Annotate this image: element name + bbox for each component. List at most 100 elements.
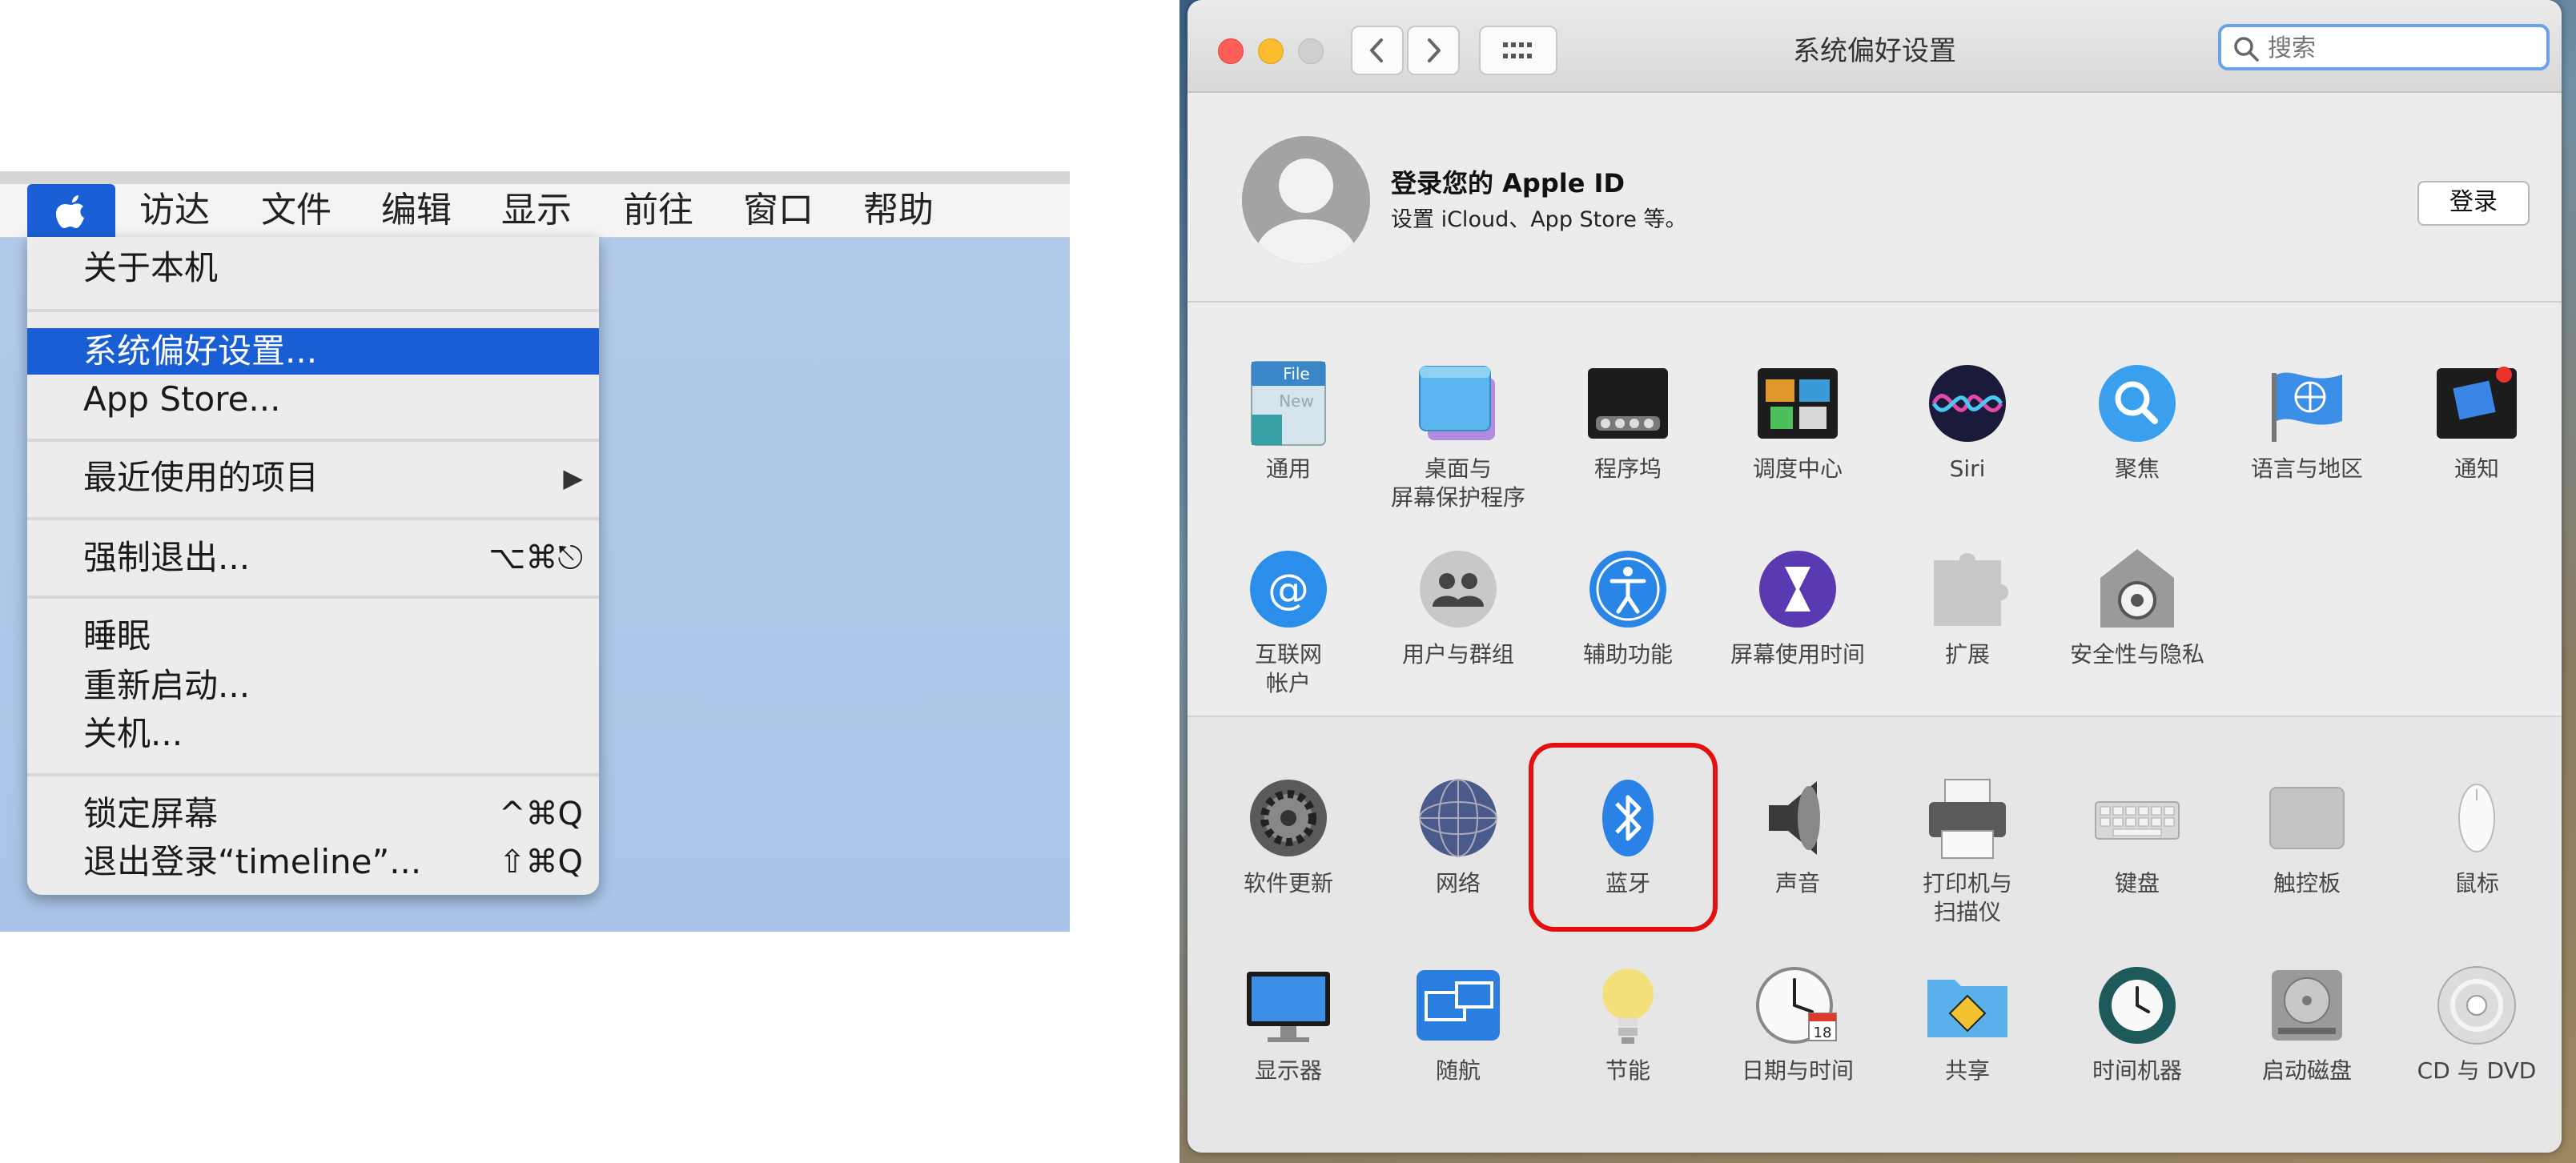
displays-icon xyxy=(1247,972,1330,1042)
menu-item-shut-down[interactable]: 关机... xyxy=(27,711,599,757)
menubar-item-finder[interactable]: 访达 xyxy=(130,184,219,237)
language-region-icon xyxy=(2272,372,2342,442)
pane-users-groups[interactable]: 用户与群组 xyxy=(1378,544,1538,669)
menu-item-shortcut: ⌥⌘⎋ xyxy=(488,539,583,576)
menu-item-restart[interactable]: 重新启动... xyxy=(27,663,599,709)
pane-label: 屏幕使用时间 xyxy=(1730,641,1865,668)
svg-text:New: New xyxy=(1279,391,1314,411)
apple-id-section: 登录您的 Apple ID 设置 iCloud、App Store 等。 登录 xyxy=(1188,93,2562,303)
menu-item-system-preferences[interactable]: 系统偏好设置... xyxy=(27,328,599,375)
pane-label: 辅助功能 xyxy=(1582,641,1673,668)
extensions-icon xyxy=(1934,553,2008,626)
pane-extensions[interactable]: 扩展 xyxy=(1887,544,2048,669)
pane-spotlight[interactable]: 聚焦 xyxy=(2057,359,2217,483)
menu-item-about-this-mac[interactable]: 关于本机 xyxy=(27,245,599,291)
bluetooth-icon xyxy=(1602,780,1654,856)
pane-startup-disk[interactable]: 启动磁盘 xyxy=(2227,960,2387,1085)
screen-time-icon xyxy=(1759,551,1836,628)
menu-separator xyxy=(27,773,599,776)
pane-label: 打印机与 扫描仪 xyxy=(1922,870,2012,925)
security-privacy-icon xyxy=(2100,549,2174,628)
pane-keyboard[interactable]: 键盘 xyxy=(2057,773,2217,898)
pane-security-privacy[interactable]: 安全性与隐私 xyxy=(2057,544,2217,669)
apple-logo-icon xyxy=(56,195,84,228)
printers-scanners-icon xyxy=(1929,779,2006,859)
pane-general[interactable]: File New 通用 xyxy=(1208,359,1368,483)
pane-label: 程序坞 xyxy=(1593,455,1662,482)
pane-label: 用户与群组 xyxy=(1401,641,1514,668)
pane-label: 互联网 帐户 xyxy=(1254,641,1322,696)
menubar-item-go[interactable]: 前往 xyxy=(613,184,703,237)
energy-saver-icon xyxy=(1602,968,1654,1044)
pane-trackpad[interactable]: 触控板 xyxy=(2227,773,2387,898)
pane-date-time[interactable]: 18 日期与时间 xyxy=(1718,960,1878,1085)
menu-item-sleep[interactable]: 睡眠 xyxy=(27,613,599,660)
pane-accessibility[interactable]: 辅助功能 xyxy=(1548,544,1708,669)
avatar[interactable] xyxy=(1242,136,1370,264)
pane-mouse[interactable]: 鼠标 xyxy=(2397,773,2557,898)
pane-label: 语言与地区 xyxy=(2250,455,2363,482)
cd-dvd-icon xyxy=(2437,966,2516,1045)
pane-notifications[interactable]: 通知 xyxy=(2397,359,2557,483)
pane-dock[interactable]: 程序坞 xyxy=(1548,359,1708,483)
pane-label: 蓝牙 xyxy=(1605,870,1650,896)
submenu-arrow-icon: ▶ xyxy=(563,463,583,493)
sidecar-icon xyxy=(1417,970,1500,1041)
pane-label: 时间机器 xyxy=(2092,1057,2182,1084)
pane-sharing[interactable]: 共享 xyxy=(1887,960,2048,1085)
pane-label: 网络 xyxy=(1435,870,1481,896)
pane-sound[interactable]: 声音 xyxy=(1718,773,1878,898)
pane-printers-scanners[interactable]: 打印机与 扫描仪 xyxy=(1887,773,2048,927)
pane-label: 通知 xyxy=(2453,455,2499,482)
spotlight-icon xyxy=(2099,365,2176,442)
menu-item-label: 关于本机 xyxy=(83,248,219,287)
menu-item-log-out[interactable]: 退出登录“timeline”... ⇧⌘Q xyxy=(27,839,599,885)
pane-label: 声音 xyxy=(1774,870,1820,896)
menu-separator xyxy=(27,439,599,442)
search-field[interactable] xyxy=(2218,24,2550,70)
pane-language-region[interactable]: 语言与地区 xyxy=(2227,359,2387,483)
pane-displays[interactable]: 显示器 xyxy=(1208,960,1368,1085)
trackpad-icon xyxy=(2269,787,2345,849)
apple-id-subtitle: 设置 iCloud、App Store 等。 xyxy=(1391,207,1687,232)
pane-siri[interactable]: Siri xyxy=(1887,359,2048,483)
sign-in-button[interactable]: 登录 xyxy=(2417,181,2530,226)
pane-energy-saver[interactable]: 节能 xyxy=(1548,960,1708,1085)
menu-item-lock-screen[interactable]: 锁定屏幕 ^⌘Q xyxy=(27,791,599,837)
pane-mission-control[interactable]: 调度中心 xyxy=(1718,359,1878,483)
menu-item-force-quit[interactable]: 强制退出... ⌥⌘⎋ xyxy=(27,535,599,581)
search-input[interactable] xyxy=(2266,32,2542,64)
apple-menu-button[interactable] xyxy=(27,184,115,237)
menubar-item-edit[interactable]: 编辑 xyxy=(372,184,461,237)
mission-control-icon xyxy=(1758,368,1838,439)
desktop-screensaver-icon xyxy=(1419,366,1495,440)
pane-internet-accounts[interactable]: @ 互联网 帐户 xyxy=(1208,544,1368,698)
apple-dropdown-menu: 关于本机 系统偏好设置... App Store... 最近使用的项目 ▶ 强制… xyxy=(27,237,599,895)
menu-item-label: 系统偏好设置... xyxy=(83,331,318,371)
pane-screen-time[interactable]: 屏幕使用时间 xyxy=(1718,544,1878,669)
pane-sidecar[interactable]: 随航 xyxy=(1378,960,1538,1085)
pane-label: 节能 xyxy=(1605,1057,1650,1084)
menu-item-recent-items[interactable]: 最近使用的项目 ▶ xyxy=(27,455,599,501)
menubar-item-file[interactable]: 文件 xyxy=(251,184,341,237)
menu-separator xyxy=(27,596,599,599)
menubar-item-help[interactable]: 帮助 xyxy=(854,184,943,237)
pane-label: 键盘 xyxy=(2114,870,2160,896)
pane-time-machine[interactable]: 时间机器 xyxy=(2057,960,2217,1085)
pane-software-update[interactable]: 软件更新 xyxy=(1208,773,1368,898)
menu-item-label: 最近使用的项目 xyxy=(83,458,319,497)
pane-cd-dvd[interactable]: CD 与 DVD xyxy=(2397,960,2557,1085)
pane-bluetooth[interactable]: 蓝牙 xyxy=(1548,773,1708,898)
menubar-item-window[interactable]: 窗口 xyxy=(733,184,823,237)
pane-network[interactable]: 网络 xyxy=(1378,773,1538,898)
pane-label: 软件更新 xyxy=(1243,870,1333,896)
pane-label: 日期与时间 xyxy=(1741,1057,1854,1084)
menubar-item-view[interactable]: 显示 xyxy=(492,184,581,237)
search-icon xyxy=(2234,37,2259,62)
pane-label: 显示器 xyxy=(1254,1057,1322,1084)
software-update-icon xyxy=(1250,780,1327,856)
pane-desktop-screensaver[interactable]: 桌面与 屏幕保护程序 xyxy=(1378,359,1538,512)
pane-label: 桌面与 屏幕保护程序 xyxy=(1390,455,1525,511)
notifications-icon xyxy=(2437,367,2517,439)
menu-item-app-store[interactable]: App Store... xyxy=(27,376,599,423)
